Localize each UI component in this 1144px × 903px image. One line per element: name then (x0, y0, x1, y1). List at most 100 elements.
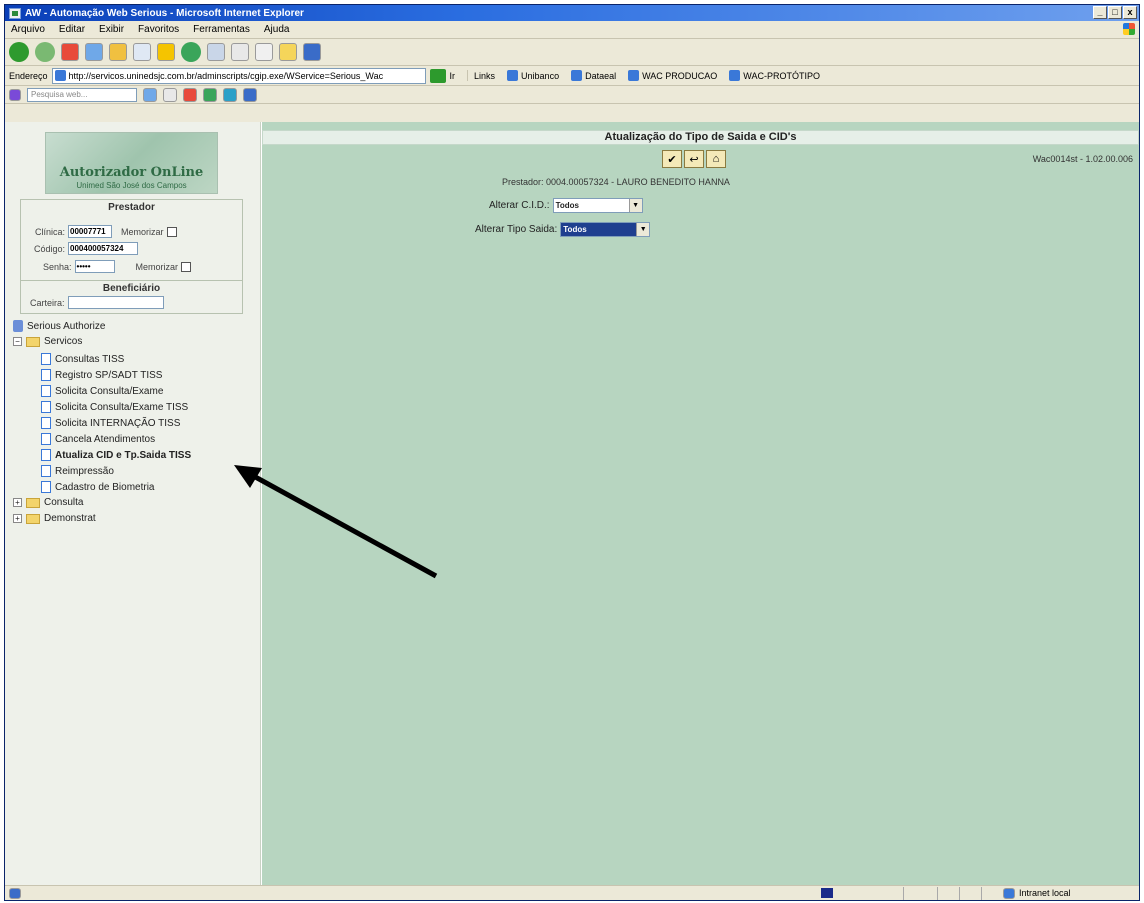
print-icon[interactable] (231, 43, 249, 61)
search-toolbar: Pesquisa web... (5, 86, 1139, 104)
alterar-cid-value: Todos (555, 201, 579, 210)
info-icon[interactable] (243, 87, 257, 102)
tree-item-label: Atualiza CID e Tp.Saida TISS (55, 449, 192, 461)
mail-toolbar-icon[interactable] (163, 87, 177, 102)
tree-item-solicita-internacao[interactable]: Solicita INTERNAÇÃO TISS (41, 417, 180, 429)
mail-icon[interactable] (207, 43, 225, 61)
menu-editar[interactable]: Editar (59, 24, 85, 35)
folder-open-icon (26, 336, 40, 347)
tree-item-consultas-tiss[interactable]: Consultas TISS (41, 353, 124, 365)
link-wac-producao[interactable]: WAC PRODUCAO (628, 70, 717, 81)
document-icon (41, 481, 51, 493)
clinica-input[interactable]: 00007771 (68, 225, 113, 238)
search-icon[interactable] (133, 43, 151, 61)
link-wac-prototipo[interactable]: WAC-PROTÓTIPO (729, 70, 820, 81)
go-icon[interactable] (429, 68, 446, 83)
link-unibanco[interactable]: Unibanco (507, 70, 559, 81)
tree-item-atualiza-cid[interactable]: Atualiza CID e Tp.Saida TISS (41, 449, 191, 461)
alterar-cid-select[interactable]: Todos ▼ (552, 198, 643, 213)
document-icon (41, 417, 51, 429)
expand-icon[interactable]: + (13, 514, 22, 523)
tree-item-label: Reimpressão (55, 465, 114, 477)
address-url: http://servicos.uninedsjc.com.br/adminsc… (68, 70, 384, 81)
yahoo-icon[interactable] (9, 88, 21, 101)
page-title: Atualização do Tipo de Saida e CID's (262, 130, 1139, 145)
status-cell (959, 886, 977, 900)
tree-item-label: Consultas TISS (55, 353, 125, 365)
forward-icon[interactable] (35, 42, 55, 62)
document-icon (41, 465, 51, 477)
history-icon[interactable] (181, 42, 201, 62)
dropdown-arrow-icon[interactable]: ▼ (628, 199, 642, 212)
back-icon[interactable] (9, 42, 29, 62)
home-page-icon[interactable]: ⌂ (706, 150, 726, 168)
memorizar-checkbox-1[interactable] (166, 226, 177, 237)
close-button[interactable]: x (1123, 6, 1137, 19)
tree-item-label: Solicita INTERNAÇÃO TISS (55, 417, 181, 429)
version-label: Wac0014st - 1.02.00.006 (1032, 154, 1133, 164)
intranet-icon (1003, 887, 1015, 899)
tree-consulta-label: Consulta (44, 497, 84, 508)
go-label[interactable]: Ir (450, 71, 456, 81)
games-icon[interactable] (223, 87, 237, 102)
maximize-button[interactable]: □ (1108, 6, 1122, 19)
senha-input[interactable]: ••••• (74, 260, 115, 273)
carteira-input[interactable] (67, 296, 164, 309)
folder-icon (26, 513, 40, 524)
tree-item-reimpressao[interactable]: Reimpressão (41, 465, 114, 477)
messenger-icon[interactable] (303, 43, 321, 61)
add-icon[interactable] (203, 87, 217, 102)
menu-ferramentas[interactable]: Ferramentas (193, 24, 250, 35)
address-label: Endereço (9, 70, 48, 81)
tree-item-registro-sadt[interactable]: Registro SP/SADT TISS (41, 369, 162, 381)
confirm-icon[interactable]: ✔ (662, 150, 682, 168)
window-controls: _ □ x (1093, 6, 1137, 19)
stop-icon[interactable] (61, 43, 79, 61)
ie-icon (9, 7, 21, 19)
expand-icon[interactable]: + (13, 498, 22, 507)
window-title: AW - Automação Web Serious - Microsoft I… (25, 7, 304, 19)
minimize-button[interactable]: _ (1093, 6, 1107, 19)
tree-item-label: Registro SP/SADT TISS (55, 369, 163, 381)
link-dataeal[interactable]: Dataeal (571, 70, 616, 81)
folder-icon[interactable] (279, 43, 297, 61)
address-input[interactable]: http://servicos.uninedsjc.com.br/adminsc… (51, 67, 426, 84)
tree-servicos[interactable]: − Servicos (13, 336, 82, 347)
status-bar: Intranet local (5, 885, 1139, 900)
back-page-icon[interactable]: ↩ (684, 150, 704, 168)
clinica-row: Clínica: 00007771 Memorizar (35, 225, 177, 238)
tree-consulta[interactable]: + Consulta (13, 497, 83, 508)
dropdown-arrow-icon[interactable]: ▼ (636, 223, 650, 236)
tree-root[interactable]: Serious Authorize (13, 320, 105, 332)
menu-favoritos[interactable]: Favoritos (138, 24, 179, 35)
tree-demonstrat[interactable]: + Demonstrat (13, 513, 96, 524)
highlight-icon[interactable] (183, 87, 197, 102)
alterar-tipo-row: Alterar Tipo Saida: Todos ▼ (475, 222, 651, 237)
logo-title: Autorizador OnLine (59, 165, 204, 180)
tree-item-solicita-consulta[interactable]: Solicita Consulta/Exame (41, 385, 163, 397)
menu-exibir[interactable]: Exibir (99, 24, 124, 35)
action-buttons: ✔ ↩ ⌂ (662, 150, 726, 168)
home-icon[interactable] (109, 43, 127, 61)
web-search-input[interactable]: Pesquisa web... (27, 87, 137, 102)
refresh-icon[interactable] (85, 43, 103, 61)
codigo-input[interactable]: 000400057324 (68, 242, 139, 255)
menu-arquivo[interactable]: Arquivo (11, 24, 45, 35)
favorites-icon[interactable] (157, 43, 175, 61)
edit-icon[interactable] (255, 43, 273, 61)
tree-item-cadastro-biometria[interactable]: Cadastro de Biometria (41, 481, 155, 493)
tree-item-solicita-consulta-tiss[interactable]: Solicita Consulta/Exame TISS (41, 401, 188, 413)
search-go-icon[interactable] (143, 87, 157, 102)
alterar-cid-row: Alterar C.I.D.: Todos ▼ (489, 198, 643, 213)
progress-icon (821, 888, 833, 898)
menu-ajuda[interactable]: Ajuda (264, 24, 290, 35)
document-icon (41, 433, 51, 445)
memorizar-checkbox-2[interactable] (181, 261, 192, 272)
carteira-row: Carteira: (30, 296, 164, 309)
collapse-icon[interactable]: − (13, 337, 22, 346)
document-icon (41, 369, 51, 381)
address-bar: Endereço http://servicos.uninedsjc.com.b… (5, 66, 1139, 86)
tree-item-cancela-atendimentos[interactable]: Cancela Atendimentos (41, 433, 155, 445)
alterar-tipo-select[interactable]: Todos ▼ (560, 222, 651, 237)
alterar-tipo-value: Todos (563, 225, 587, 234)
